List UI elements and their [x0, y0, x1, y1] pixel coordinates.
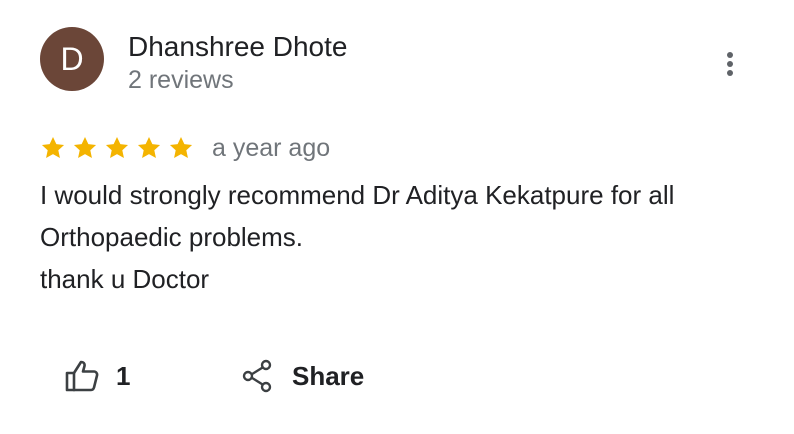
- like-count: 1: [116, 360, 131, 391]
- review-card: D Dhanshree Dhote 2 reviews a year ago I…: [0, 0, 794, 434]
- star-icon: [73, 136, 97, 158]
- star-icon: [137, 136, 161, 158]
- star-icon: [169, 136, 193, 158]
- star-icon: [41, 136, 65, 158]
- share-icon: [242, 359, 272, 393]
- review-time: a year ago: [212, 134, 331, 162]
- rating-row: a year ago: [40, 130, 330, 166]
- share-button[interactable]: Share: [240, 356, 364, 396]
- star-icon: [105, 136, 129, 158]
- review-text-line: Orthopaedic problems.: [40, 222, 304, 252]
- reviewer-name[interactable]: Dhanshree Dhote: [128, 30, 347, 64]
- share-label: Share: [292, 360, 365, 391]
- avatar[interactable]: D: [40, 27, 104, 91]
- review-text-line: thank u Doctor: [40, 264, 210, 294]
- review-text: I would strongly recommend Dr Aditya Kek…: [40, 174, 760, 300]
- more-vertical-icon: [727, 52, 733, 76]
- review-text-line: I would strongly recommend Dr Aditya Kek…: [40, 180, 675, 210]
- thumbs-up-icon: [65, 360, 99, 392]
- more-options-button[interactable]: [716, 46, 744, 82]
- avatar-initial: D: [60, 40, 84, 77]
- like-button[interactable]: 1: [64, 356, 130, 396]
- reviewer-review-count[interactable]: 2 reviews: [128, 64, 234, 96]
